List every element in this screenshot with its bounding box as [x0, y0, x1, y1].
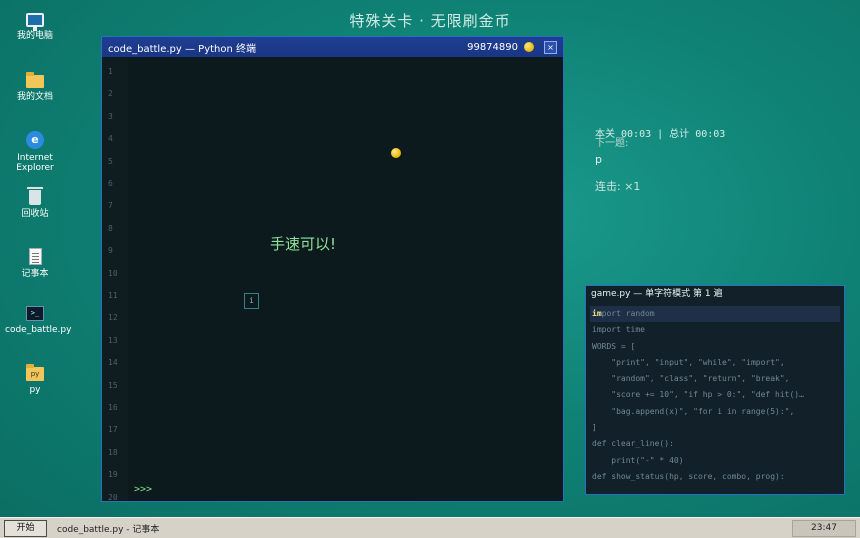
line-number: 5: [108, 156, 113, 166]
game-titlebar[interactable]: game.py — 单字符模式 第 1 遍: [586, 286, 844, 303]
desktop-icon-label: py: [29, 385, 41, 395]
code-line: "bag.append(x)", "for i in range(5):",: [592, 406, 795, 416]
internet-explorer-icon: e: [26, 131, 44, 149]
line-number: 4: [108, 134, 113, 144]
line-number: 13: [108, 335, 118, 345]
game-window[interactable]: game.py — 单字符模式 第 1 遍 import random impor…: [585, 285, 845, 495]
line-number: 16: [108, 403, 118, 412]
desktop-icon-code-battle[interactable]: >_ code_battle.py: [5, 306, 72, 335]
line-number: 20: [108, 492, 118, 502]
system-clock: 23:47: [792, 519, 856, 537]
desktop-icon-my-computer[interactable]: 我的电脑: [5, 13, 65, 41]
typed-chars: im: [592, 309, 602, 318]
round-indicator: 第 1 遍: [693, 289, 723, 299]
line-number: 6: [108, 179, 113, 188]
coin-count: 99874890: [467, 41, 518, 53]
line-number: 18: [108, 447, 118, 457]
code-line: "score += 10", "if hp > 0:", "def hit()…: [592, 390, 804, 400]
line-number: 9: [108, 246, 113, 256]
line-number: 15: [108, 380, 118, 390]
desktop-icon-my-documents[interactable]: 我的文档: [5, 72, 65, 102]
taskbar-item-notepad[interactable]: code_battle.py - 记事本: [57, 522, 159, 535]
coin-icon: [524, 42, 534, 52]
terminal-window[interactable]: code_battle.py — Python 终端 99874890 × 12…: [101, 36, 564, 502]
current-code-line: import random: [590, 306, 840, 323]
desktop-icon-py-folder[interactable]: py py: [5, 364, 65, 395]
code-view: import random import time WORDS = [ "print…: [586, 303, 844, 485]
recycle-bin-icon: [27, 187, 43, 205]
code-line: "print", "input", "while", "import",: [592, 357, 785, 367]
start-button[interactable]: 开始: [4, 519, 47, 537]
remaining-chars: port random: [601, 309, 655, 318]
desktop-icon-label: 回收站: [21, 209, 49, 219]
folder-icon: [26, 72, 44, 88]
terminal-titlebar[interactable]: code_battle.py — Python 终端 99874890 ×: [102, 37, 563, 57]
code-line: ]: [592, 423, 597, 433]
line-number: 8: [108, 223, 113, 233]
desktop-icon-label: 记事本: [21, 269, 49, 279]
code-line: print("-" * 40): [592, 455, 684, 465]
line-number: 14: [108, 358, 118, 368]
code-line: "random", "class", "return", "break",: [592, 374, 790, 384]
falling-coin-icon: [391, 148, 401, 158]
line-number: 12: [108, 313, 118, 323]
next-question-label: 下一题:: [595, 138, 629, 149]
line-number: 3: [108, 111, 113, 121]
python-prompt[interactable]: >>>: [134, 484, 152, 495]
desktop-icon-internet-explorer[interactable]: e Internet Explorer: [5, 131, 65, 173]
level-banner: 特殊关卡 · 无限刷金币: [349, 12, 511, 30]
game-title: game.py — 单字符模式: [591, 289, 691, 299]
line-number: 10: [108, 268, 118, 278]
folder-py-icon: py: [26, 364, 44, 381]
terminal-area[interactable]: 手速可以! i >>>: [128, 57, 563, 501]
computer-icon: [26, 13, 44, 31]
line-number: 19: [108, 470, 118, 480]
code-line: def show_status(hp, score, combo, prog):: [592, 471, 785, 481]
terminal-title: code_battle.py — Python 终端: [108, 43, 257, 55]
line-number: 1: [108, 67, 113, 76]
code-line: def clear_line():: [592, 439, 674, 449]
combo-counter: 连击: ×1: [595, 180, 641, 193]
code-line: WORDS = [: [592, 341, 636, 351]
taskbar: 开始 code_battle.py - 记事本 23:47: [0, 517, 860, 538]
desktop-icon-label: code_battle.py: [5, 325, 72, 335]
desktop-icon-label: 我的文档: [16, 92, 53, 102]
desktop-icon-label: 我的电脑: [16, 31, 53, 41]
target-char-box: i: [244, 293, 259, 309]
current-word: p: [595, 153, 602, 166]
desktop-icon-recycle-bin[interactable]: 回收站: [5, 187, 65, 219]
desktop-icon-label: Internet Explorer: [16, 153, 54, 173]
line-number-gutter: 1 2 3 4 5 6 7 8 9 10 11 12 13 14 15 16 17 18 19 20: [102, 57, 128, 502]
close-button[interactable]: ×: [544, 40, 557, 54]
line-number: 17: [108, 425, 118, 435]
notepad-icon: [28, 248, 42, 265]
desktop-icon-notepad[interactable]: 记事本: [5, 248, 65, 279]
code-line: import time: [592, 325, 645, 335]
line-number: 2: [108, 89, 113, 99]
line-number: 7: [108, 201, 113, 211]
praise-message: 手速可以!: [270, 235, 337, 253]
line-number: 11: [108, 291, 118, 300]
terminal-icon: >_: [26, 306, 44, 321]
